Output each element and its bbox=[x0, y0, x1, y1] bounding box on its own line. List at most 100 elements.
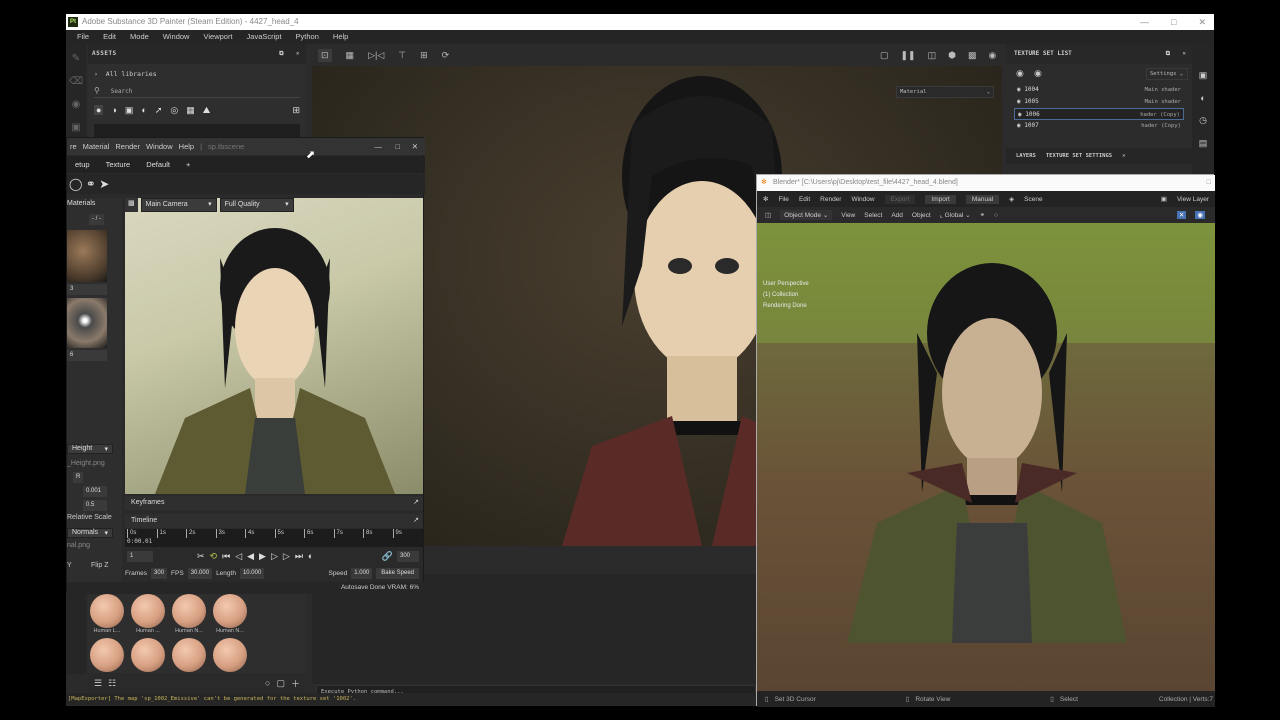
undock-icon[interactable]: ⧉ bbox=[1166, 44, 1170, 64]
view-layer-icon[interactable]: ▣ bbox=[1161, 195, 1167, 203]
import-button[interactable]: Import bbox=[925, 194, 956, 204]
lasso-icon[interactable]: ⚭ bbox=[86, 177, 96, 191]
menu-material[interactable]: Material bbox=[80, 138, 113, 155]
snap-icon[interactable]: ⚭ bbox=[980, 211, 985, 219]
skip-end-icon[interactable]: ⏭ bbox=[295, 551, 303, 562]
menu-render[interactable]: Render bbox=[112, 138, 143, 155]
frames-field[interactable]: 300 bbox=[151, 567, 168, 579]
menu-file[interactable]: File bbox=[70, 30, 96, 44]
maximize-button[interactable]: □ bbox=[1207, 175, 1211, 191]
timeline-header[interactable]: Timeline ↗ bbox=[125, 514, 423, 528]
prev-key-icon[interactable]: ◁ bbox=[235, 551, 242, 562]
undock-icon[interactable]: ⧉ bbox=[279, 44, 284, 64]
scene-icon[interactable]: ◈ bbox=[1009, 195, 1014, 203]
eye-icon[interactable]: ◉ bbox=[1017, 86, 1021, 93]
bake-speed-button[interactable]: Bake Speed bbox=[376, 567, 419, 579]
asset-tile[interactable] bbox=[213, 638, 247, 672]
assets-search-input[interactable]: ⚲ Search bbox=[94, 86, 300, 98]
menu-mode[interactable]: Mode bbox=[123, 30, 156, 44]
channel-select[interactable]: R bbox=[73, 472, 84, 483]
asset-tile[interactable]: Human N... bbox=[172, 594, 206, 634]
menu-window[interactable]: Window bbox=[156, 30, 197, 44]
menu-window[interactable]: Window bbox=[851, 196, 874, 203]
menu-edit[interactable]: Edit bbox=[799, 196, 810, 203]
value-field[interactable]: 0.001 bbox=[83, 486, 107, 497]
menu-javascript[interactable]: JavaScript bbox=[240, 30, 289, 44]
eye-icon[interactable]: ◉ bbox=[1017, 98, 1021, 105]
eraser-icon[interactable]: ⌫ bbox=[69, 76, 83, 90]
new-folder-icon[interactable]: ▢ bbox=[276, 678, 285, 689]
speed-icon[interactable]: ◐ bbox=[308, 551, 313, 561]
filter-smart-materials-icon[interactable]: ◑ bbox=[111, 105, 116, 115]
scene-field[interactable]: Scene bbox=[1024, 196, 1042, 203]
library-selector[interactable]: › All libraries bbox=[94, 70, 157, 78]
history-icon[interactable]: ◷ bbox=[1199, 115, 1207, 126]
flip-z-label[interactable]: Flip Z bbox=[91, 562, 109, 569]
blender-3d-viewport[interactable]: User Perspective (1) Collection Renderin… bbox=[757, 223, 1215, 691]
skip-start-icon[interactable]: ⏮ bbox=[222, 551, 230, 562]
asset-tile[interactable]: Human ... bbox=[131, 594, 165, 634]
proportional-icon[interactable]: ○ bbox=[994, 212, 998, 219]
menu-help[interactable]: Help bbox=[326, 30, 355, 44]
filter-masks-icon[interactable]: ◐ bbox=[141, 105, 146, 115]
asset-tile[interactable] bbox=[131, 638, 165, 672]
asset-tile[interactable]: Human L... bbox=[90, 594, 124, 634]
symmetry-icon[interactable]: ▷|◁ bbox=[368, 50, 384, 61]
value-field[interactable]: 0.5 bbox=[83, 500, 107, 511]
toolbag-viewport[interactable] bbox=[125, 198, 423, 494]
texture-set-row[interactable]: ◉ 1007 hader (Copy) bbox=[1014, 120, 1184, 132]
maximize-button[interactable]: □ bbox=[1171, 14, 1176, 30]
material-mode-dropdown[interactable]: Material ⌄ bbox=[896, 86, 994, 98]
menu-view[interactable]: View bbox=[841, 212, 855, 219]
cut-icon[interactable]: ✂ bbox=[197, 551, 205, 562]
folder-view-icon[interactable]: ☷ bbox=[108, 678, 116, 689]
shader-settings-icon[interactable]: ◐ bbox=[1200, 93, 1205, 103]
popout-icon[interactable]: ↗ bbox=[413, 514, 419, 528]
material-thumb[interactable] bbox=[67, 298, 107, 348]
close-button[interactable]: ✕ bbox=[409, 138, 421, 155]
pause-icon[interactable]: ❚❚ bbox=[901, 50, 916, 61]
fit-icon[interactable]: ⊞ bbox=[420, 50, 428, 61]
close-button[interactable]: ✕ bbox=[1198, 14, 1206, 30]
filter-materials-icon[interactable]: ● bbox=[94, 105, 104, 115]
tab-texture[interactable]: Texture bbox=[98, 156, 139, 173]
play-icon[interactable]: ▶ bbox=[259, 551, 266, 562]
camera-dropdown[interactable]: Main Camera ▾ bbox=[140, 198, 217, 212]
gizmo-icon[interactable]: ✕ bbox=[1176, 211, 1187, 219]
menu-select[interactable]: Select bbox=[864, 212, 882, 219]
tab-texture-set-settings[interactable]: TEXTURE SET SETTINGS bbox=[1046, 153, 1112, 159]
texture-set-row-selected[interactable]: ◉ 1006 hader (Copy) bbox=[1014, 108, 1184, 120]
menu-partial[interactable]: re bbox=[67, 138, 80, 155]
link-icon[interactable]: 🔗 bbox=[382, 551, 393, 562]
split-view-icon[interactable]: ◫ bbox=[928, 50, 937, 61]
cube-icon[interactable]: ⬢ bbox=[948, 50, 956, 61]
overlay-icon[interactable]: ◉ bbox=[1195, 211, 1205, 219]
minimize-button[interactable]: — bbox=[1140, 14, 1149, 30]
tab-default[interactable]: Default bbox=[138, 156, 178, 173]
picker-icon[interactable]: ▣ bbox=[69, 122, 83, 136]
reset-icon[interactable]: ⟳ bbox=[442, 50, 450, 61]
grid-view-icon[interactable]: ⊞ bbox=[292, 105, 300, 116]
align-icon[interactable]: ⊤ bbox=[398, 50, 406, 61]
step-forward-icon[interactable]: ▷ bbox=[271, 551, 278, 562]
loop-icon[interactable]: ⟲ bbox=[210, 551, 218, 562]
keyframes-header[interactable]: Keyframes ↗ bbox=[125, 496, 423, 510]
step-back-icon[interactable]: ◀ bbox=[247, 551, 254, 562]
fps-field[interactable]: 30.000 bbox=[187, 567, 213, 579]
maximize-button[interactable]: □ bbox=[392, 138, 403, 155]
visibility-off-icon[interactable]: ▢ bbox=[880, 50, 889, 61]
tab-layers[interactable]: LAYERS bbox=[1016, 153, 1036, 159]
menu-help[interactable]: Help bbox=[176, 138, 197, 155]
close-panel-icon[interactable]: ✕ bbox=[296, 44, 300, 64]
speed-field[interactable]: 1.000 bbox=[351, 567, 373, 579]
editor-type-icon[interactable]: ◫ bbox=[765, 211, 771, 219]
texture-set-row[interactable]: ◉ 1005 Main shader bbox=[1014, 96, 1184, 108]
timeline-ruler[interactable]: 0s 1s 2s 3s 4s 5s 6s 7s 8s 9s 0:00.01 bbox=[125, 529, 423, 547]
polygon-lasso-icon[interactable]: ➤ bbox=[99, 177, 109, 191]
material-thumb[interactable] bbox=[67, 230, 107, 282]
display-settings-icon[interactable]: ▣ bbox=[1199, 70, 1208, 81]
blender-menu-icon[interactable]: ✻ bbox=[763, 195, 768, 203]
filter-procedurals-icon[interactable]: ▦ bbox=[186, 105, 195, 116]
screenshot-icon[interactable]: ◉ bbox=[989, 50, 997, 61]
filter-alphas-icon[interactable]: ◎ bbox=[170, 105, 178, 116]
